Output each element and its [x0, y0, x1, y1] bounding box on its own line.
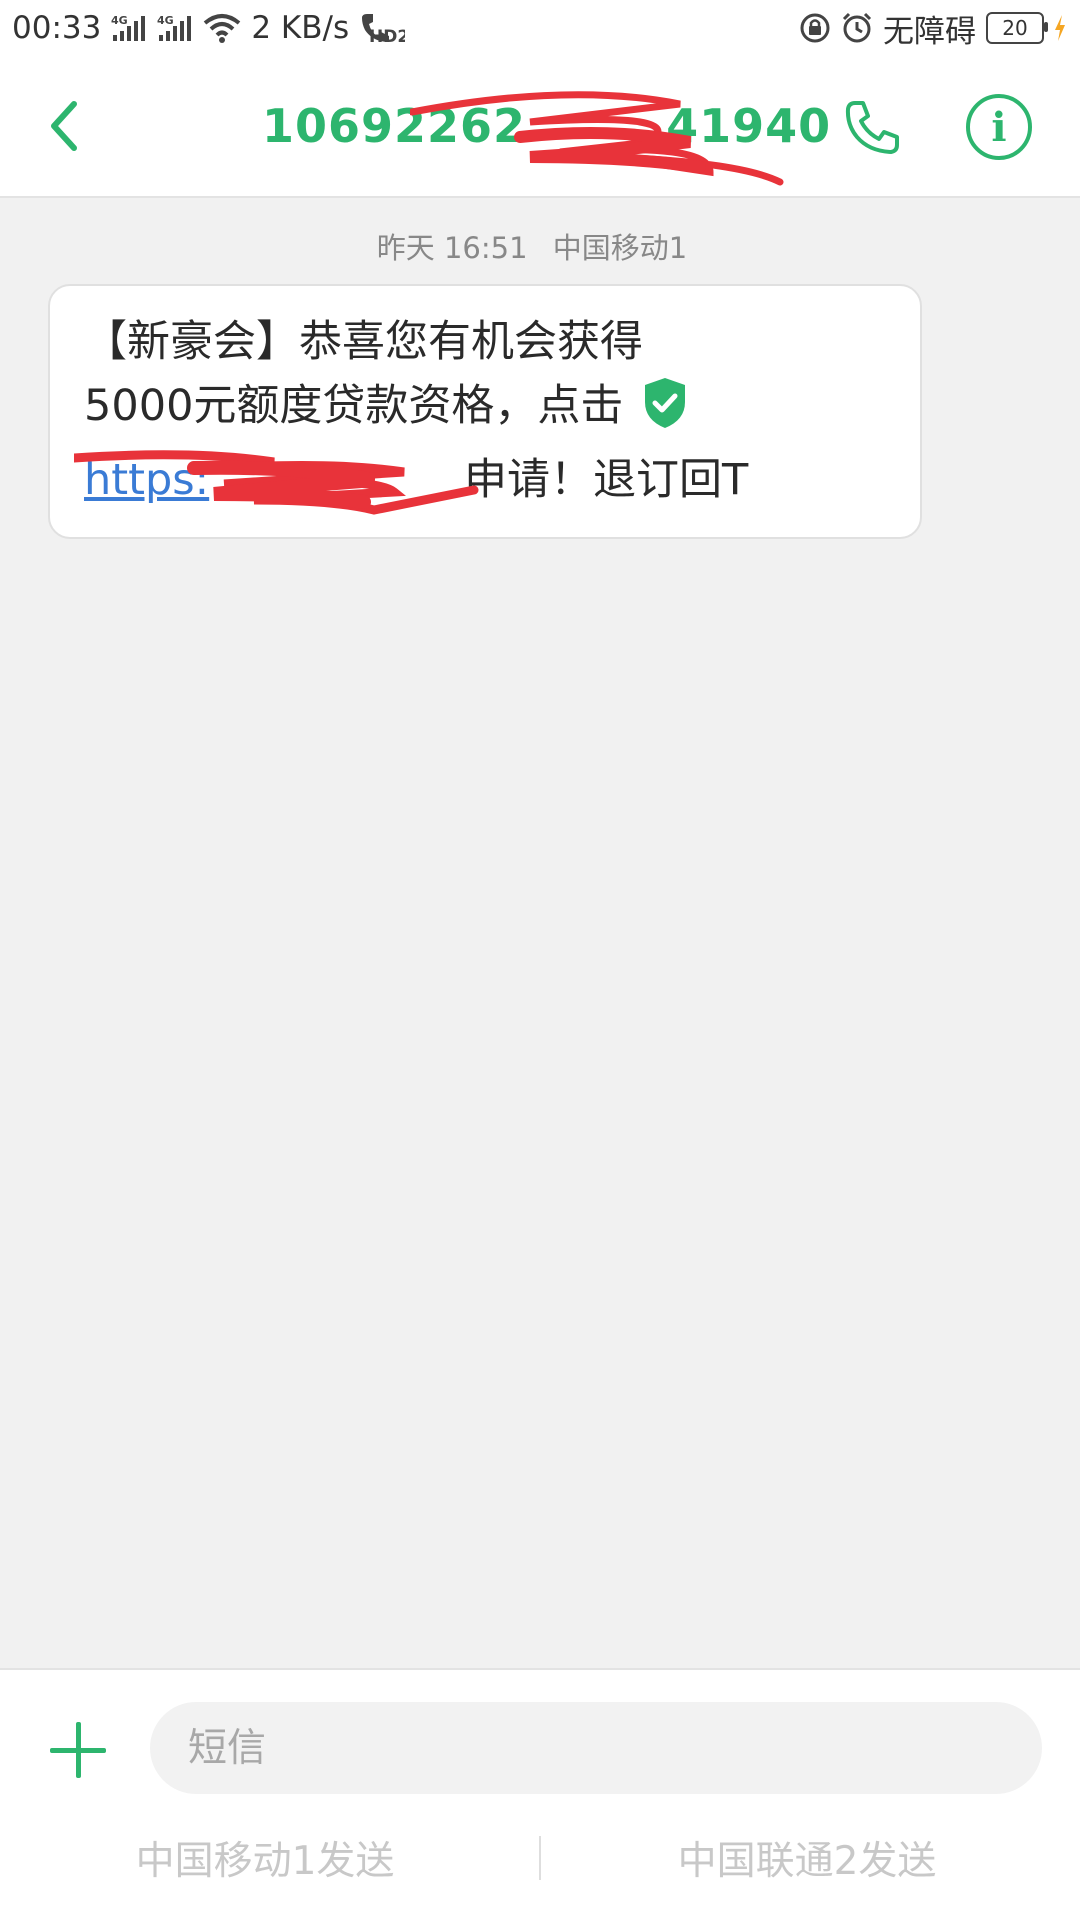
- lock-rotate-icon: [799, 12, 831, 44]
- conversation-header: 10692262 41940 i: [0, 56, 1080, 198]
- back-button[interactable]: [34, 96, 94, 156]
- message-link[interactable]: https:: [74, 448, 479, 515]
- message-bubble[interactable]: 【新豪会】恭喜您有机会获得 5000元额度贷款资格，点击 https: 申请！退…: [48, 284, 922, 539]
- message-line-1: 【新豪会】恭喜您有机会获得: [84, 317, 643, 367]
- charging-icon: [1054, 14, 1066, 42]
- message-line-2-text: 5000元额度贷款资格，点击: [84, 381, 624, 431]
- send-sim1-button[interactable]: 中国移动1发送: [25, 1832, 505, 1892]
- battery-level: 20: [1002, 16, 1028, 40]
- svg-text:4G: 4G: [157, 14, 174, 27]
- status-bar-right: 无障碍 20: [799, 0, 1066, 56]
- verified-shield-icon: [641, 376, 689, 448]
- signal-icon: 4G: [111, 13, 147, 43]
- hd-call-icon: HD2: [359, 12, 405, 44]
- network-speed: 2 KB/s: [251, 10, 350, 46]
- status-time: 00:33: [12, 10, 102, 46]
- wifi-icon: [203, 13, 241, 43]
- link-redaction-scribble: [74, 450, 479, 515]
- message-time: 昨天 16:51: [376, 231, 528, 265]
- info-button[interactable]: i: [966, 94, 1032, 160]
- call-button[interactable]: [840, 96, 904, 160]
- message-line-3: https: 申请！退订回T: [74, 448, 886, 515]
- status-bar-left: 00:33 4G 4G 2 KB/s HD2: [12, 0, 405, 56]
- signal-icon: 4G: [157, 13, 193, 43]
- sms-input[interactable]: [150, 1702, 1042, 1794]
- redaction-scribble: [410, 91, 784, 186]
- info-icon: i: [991, 103, 1007, 151]
- back-icon: [51, 101, 77, 151]
- hd-label: HD2: [369, 27, 405, 44]
- svg-text:4G: 4G: [111, 14, 128, 27]
- send-sim2-button[interactable]: 中国联通2发送: [567, 1832, 1047, 1892]
- send-buttons: 中国移动1发送 中国联通2发送: [0, 1832, 1080, 1892]
- alarm-icon: [841, 12, 873, 44]
- message-sim-label: 中国移动1: [552, 231, 688, 265]
- add-attachment-button[interactable]: [48, 1720, 108, 1780]
- message-line-3-text: 申请！退订回T: [464, 455, 749, 505]
- send-divider: [539, 1836, 541, 1880]
- composer: 中国移动1发送 中国联通2发送: [0, 1668, 1080, 1922]
- accessibility-label: 无障碍: [883, 13, 976, 50]
- battery-icon: 20: [986, 12, 1048, 44]
- message-timestamp: 昨天 16:51 中国移动1: [0, 225, 1064, 267]
- status-bar: 00:33 4G 4G 2 KB/s HD2 无障碍 20: [0, 0, 1080, 56]
- phone-icon: [845, 101, 899, 154]
- message-line-2: 5000元额度贷款资格，点击: [84, 374, 886, 448]
